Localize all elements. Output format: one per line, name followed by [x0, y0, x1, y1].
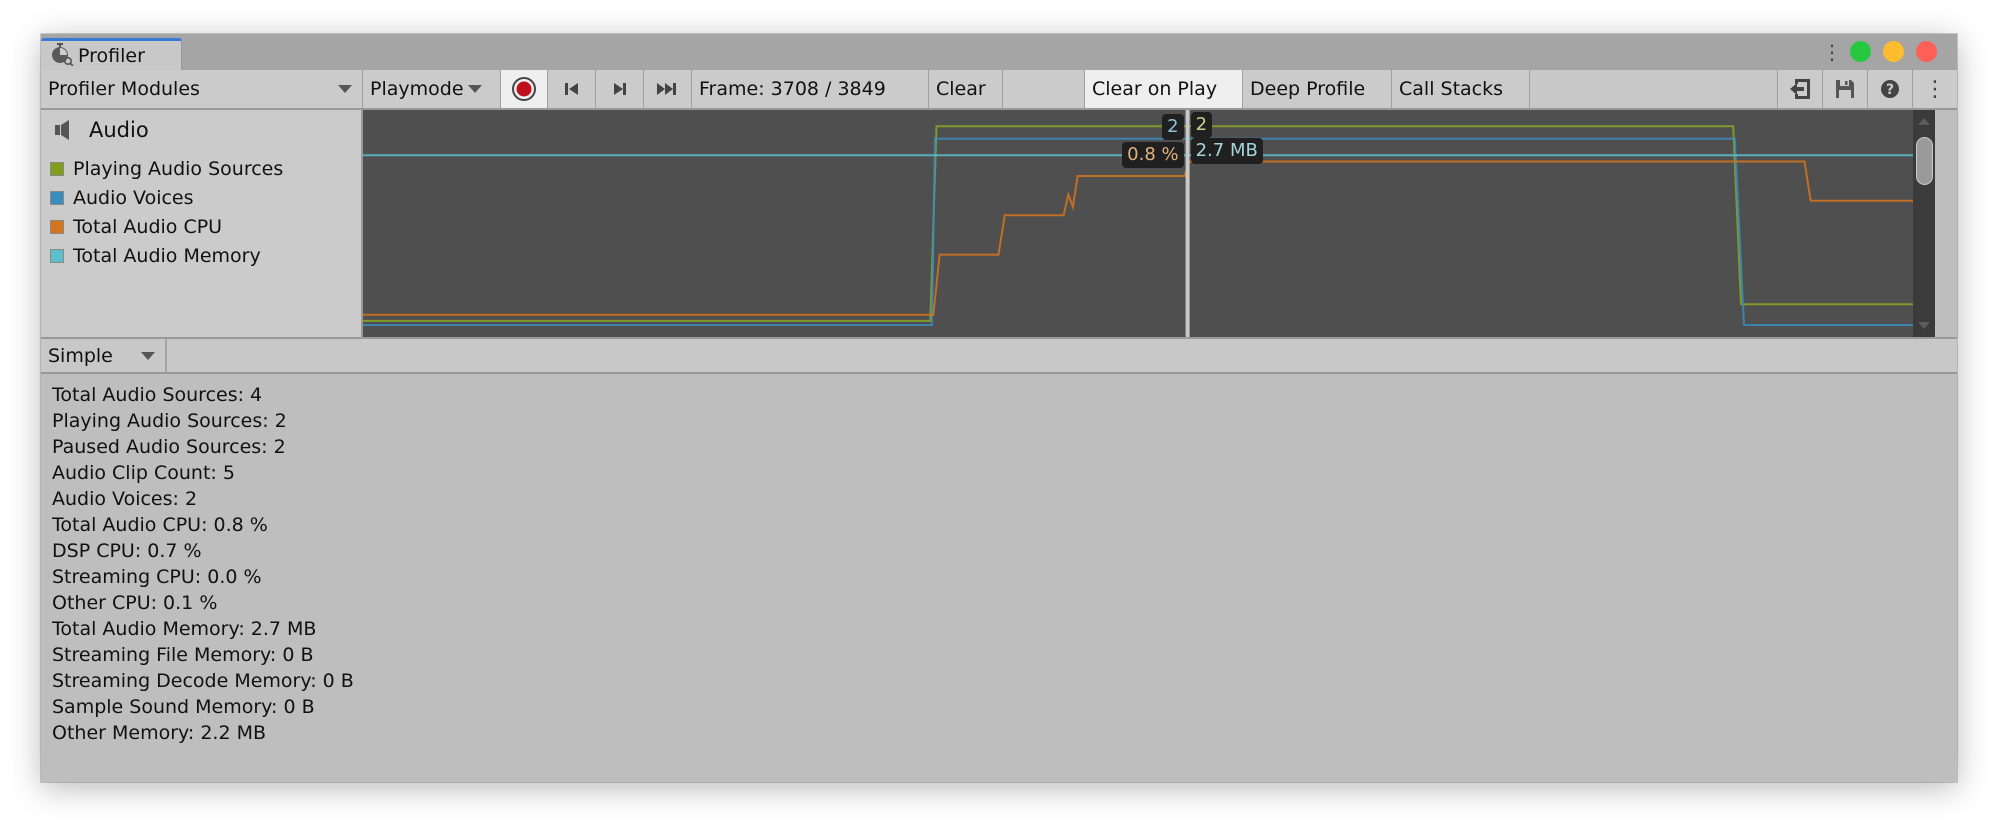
more-button[interactable]: ⋮ [1913, 70, 1957, 108]
frame-label: Frame: 3708 / 3849 [699, 78, 886, 100]
chevron-down-icon [338, 85, 352, 93]
profiler-stopwatch-icon [50, 42, 74, 70]
legend-swatch [50, 162, 64, 176]
call-stacks-label: Call Stacks [1399, 78, 1504, 100]
window-controls: ⋮ [1822, 41, 1937, 62]
clear-button[interactable]: Clear [929, 70, 1003, 108]
deep-profile-toggle[interactable]: Deep Profile [1243, 70, 1392, 108]
svg-text:?: ? [1886, 82, 1894, 98]
stat-line: Other Memory: 2.2 MB [52, 722, 267, 744]
audio-chart[interactable]: 2 2 0.8 % 2.7 MB [363, 110, 1935, 337]
legend-label: Total Audio Memory [73, 245, 261, 267]
minimize-button[interactable] [1883, 41, 1904, 62]
more-icon: ⋮ [1924, 76, 1946, 102]
help-button[interactable]: ? [1868, 70, 1913, 108]
series-line-total-audio-cpu [363, 160, 1913, 316]
legend-item-total-audio-cpu[interactable]: Total Audio CPU [50, 216, 222, 238]
details-panel: Total Audio Sources: 4 Playing Audio Sour… [41, 374, 1957, 782]
playmode-label: Playmode [370, 78, 464, 100]
call-stacks-toggle[interactable]: Call Stacks [1392, 70, 1530, 108]
first-frame-icon [564, 83, 578, 95]
clear-on-play-label: Clear on Play [1092, 78, 1218, 100]
first-frame-button[interactable] [548, 70, 596, 108]
stat-line: Total Audio CPU: 0.8 % [52, 514, 268, 536]
tooltip-audio-voices: 2 [1162, 114, 1184, 140]
profiler-modules-label: Profiler Modules [48, 78, 200, 100]
toolbar: Profiler Modules Playmode Frame: 3708 / … [41, 70, 1957, 110]
stat-line: Other CPU: 0.1 % [52, 592, 218, 614]
stat-line: Streaming File Memory: 0 B [52, 644, 314, 666]
legend-item-playing-audio-sources[interactable]: Playing Audio Sources [50, 158, 283, 180]
selected-frame-cursor[interactable] [1185, 110, 1190, 337]
next-frame-icon [613, 83, 626, 95]
legend-item-audio-voices[interactable]: Audio Voices [50, 187, 194, 209]
maximize-button[interactable] [1850, 41, 1871, 62]
module-title-label: Audio [89, 118, 149, 142]
legend-label: Total Audio CPU [73, 216, 223, 238]
toolbar-gap [1003, 70, 1085, 108]
record-icon [512, 77, 536, 101]
toolbar-spacer [1530, 70, 1778, 108]
save-icon [1836, 80, 1854, 98]
tooltip-total-audio-cpu: 0.8 % [1122, 142, 1184, 168]
chart-scrollbar[interactable] [1913, 110, 1935, 337]
last-frame-icon [656, 83, 676, 95]
module-title: Audio [53, 118, 149, 142]
stat-line: Audio Voices: 2 [52, 488, 198, 510]
stat-line: Streaming CPU: 0.0 % [52, 566, 262, 588]
stat-line: Total Audio Memory: 2.7 MB [52, 618, 317, 640]
help-icon: ? [1881, 80, 1899, 98]
close-button[interactable] [1916, 41, 1937, 62]
stat-line: Sample Sound Memory: 0 B [52, 696, 315, 718]
kebab-menu-icon[interactable]: ⋮ [1822, 42, 1842, 62]
clear-label: Clear [936, 78, 986, 100]
load-button[interactable] [1778, 70, 1823, 108]
stat-line: Paused Audio Sources: 2 [52, 436, 286, 458]
clear-on-play-toggle[interactable]: Clear on Play [1085, 70, 1243, 108]
profiler-modules-dropdown[interactable]: Profiler Modules [41, 70, 363, 108]
legend-swatch [50, 220, 64, 234]
last-frame-button[interactable] [644, 70, 692, 108]
stat-line: Playing Audio Sources: 2 [52, 410, 287, 432]
chevron-down-icon [467, 85, 482, 93]
stat-line: Audio Clip Count: 5 [52, 462, 235, 484]
chevron-down-icon [141, 351, 155, 360]
details-header: Simple [41, 337, 1957, 374]
playmode-dropdown[interactable]: Playmode [363, 70, 501, 108]
legend-label: Audio Voices [73, 187, 194, 209]
view-mode-label: Simple [48, 344, 113, 367]
speaker-icon [55, 120, 69, 140]
legend-item-total-audio-memory[interactable]: Total Audio Memory [50, 245, 261, 267]
chart-row: Audio Playing Audio Sources Audio Voices… [41, 110, 1957, 337]
tooltip-total-audio-memory: 2.7 MB [1190, 138, 1263, 164]
legend-label: Playing Audio Sources [73, 158, 284, 180]
scroll-up-icon[interactable] [1918, 118, 1930, 125]
load-icon [1790, 79, 1810, 99]
legend-swatch [50, 191, 64, 205]
deep-profile-label: Deep Profile [1250, 78, 1366, 100]
view-mode-dropdown[interactable]: Simple [41, 339, 167, 372]
stat-line: Total Audio Sources: 4 [52, 384, 263, 406]
tab-profiler[interactable]: Profiler [41, 38, 182, 71]
module-legend[interactable]: Audio Playing Audio Sources Audio Voices… [41, 110, 363, 337]
next-frame-button[interactable] [596, 70, 644, 108]
frame-counter: Frame: 3708 / 3849 [692, 70, 929, 108]
stat-line: DSP CPU: 0.7 % [52, 540, 202, 562]
save-button[interactable] [1823, 70, 1868, 108]
tab-bar: Profiler ⋮ [41, 34, 1957, 71]
profiler-window: Profiler ⋮ Profiler Modules Playmode Fra… [41, 34, 1957, 782]
scroll-down-icon[interactable] [1918, 322, 1930, 329]
tooltip-playing-audio-sources: 2 [1190, 112, 1213, 138]
tab-title: Profiler [78, 45, 145, 67]
record-button[interactable] [501, 70, 548, 108]
stat-line: Streaming Decode Memory: 0 B [52, 670, 354, 692]
scroll-thumb[interactable] [1916, 137, 1933, 185]
legend-swatch [50, 249, 64, 263]
